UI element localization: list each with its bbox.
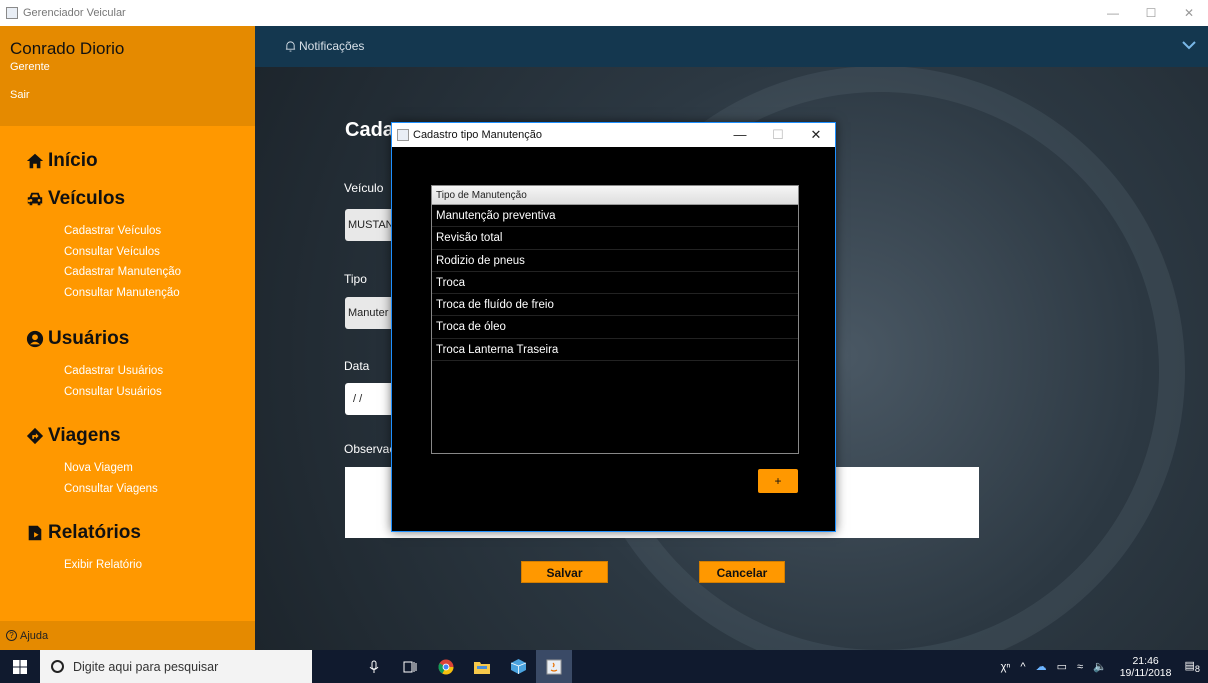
submenu-veiculos: Cadastrar Veículos Consultar Veículos Ca… xyxy=(64,221,255,303)
table-row[interactable]: Troca de fluído de freio xyxy=(432,294,798,317)
home-icon xyxy=(26,153,44,169)
user-role: Gerente xyxy=(10,61,50,73)
sidebar-item-label: Veículos xyxy=(48,188,126,209)
sidebar-item-label: Usuários xyxy=(48,328,130,349)
dialog-close-button[interactable]: ✕ xyxy=(797,127,835,143)
java-app-taskbar-icon[interactable] xyxy=(536,650,572,683)
user-panel: Conrado Diorio Gerente Sair xyxy=(0,26,255,126)
sidebar: Conrado Diorio Gerente Sair Início Veícu… xyxy=(0,26,255,650)
dialog-title-bar: Cadastro tipo Manutenção — ☐ ✕ xyxy=(392,123,835,147)
action-center-icon[interactable]: ▤8 xyxy=(1185,659,1201,674)
dialog-controls: — ☐ ✕ xyxy=(721,127,835,143)
sidebar-item-label: Relatórios xyxy=(48,522,141,543)
submenu-item-consultar-viagens[interactable]: Consultar Viagens xyxy=(64,479,158,500)
vehicle-label: Veículo xyxy=(344,181,384,195)
table-row[interactable]: Manutenção preventiva xyxy=(432,205,798,228)
submenu-item-consultar-manutencao[interactable]: Consultar Manutenção xyxy=(64,283,180,304)
java-app-icon xyxy=(6,7,18,19)
system-tray: χⁿ ^ ☁ ▭ ≈ 🔈 21:46 19/11/2018 ▤8 xyxy=(996,650,1208,683)
sidebar-item-relatorios[interactable]: Relatórios xyxy=(26,521,255,545)
type-label: Tipo xyxy=(344,272,367,286)
wifi-icon[interactable]: ≈ xyxy=(1077,661,1083,673)
start-button[interactable] xyxy=(0,650,40,683)
windows-taskbar: Digite aqui para pesquisar χⁿ ^ ☁ ▭ ≈ 🔈 … xyxy=(0,650,1208,683)
sidebar-item-veiculos[interactable]: Veículos xyxy=(26,187,255,211)
user-icon xyxy=(26,330,44,348)
chrome-icon[interactable] xyxy=(428,650,464,683)
bell-icon xyxy=(285,41,296,52)
maximize-button[interactable]: ☐ xyxy=(1132,0,1170,26)
save-button[interactable]: Salvar xyxy=(521,561,608,583)
help-link[interactable]: ? Ajuda xyxy=(0,621,255,650)
window-title-bar: Gerenciador Veicular — ☐ ✕ xyxy=(0,0,1208,26)
notification-count: 8 xyxy=(1194,664,1200,675)
notes-label: Observaç xyxy=(344,442,396,456)
sidebar-item-label: Início xyxy=(48,150,98,171)
submenu-viagens: Nova Viagem Consultar Viagens xyxy=(64,458,255,499)
close-button[interactable]: ✕ xyxy=(1170,0,1208,26)
table-row[interactable]: Troca Lanterna Traseira xyxy=(432,339,798,362)
virtualbox-icon[interactable] xyxy=(500,650,536,683)
page-title: Cada xyxy=(345,119,394,141)
taskbar-search[interactable]: Digite aqui para pesquisar xyxy=(40,650,312,683)
submenu-item-cadastrar-manutencao[interactable]: Cadastrar Manutenção xyxy=(64,262,181,283)
window-controls: — ☐ ✕ xyxy=(1094,0,1208,26)
submenu-relatorios: Exibir Relatório xyxy=(64,555,255,576)
dialog-title: Cadastro tipo Manutenção xyxy=(413,129,543,141)
table-row[interactable]: Revisão total xyxy=(432,227,798,250)
dialog-minimize-button[interactable]: — xyxy=(721,127,759,143)
java-app-icon xyxy=(397,129,409,141)
chevron-down-icon[interactable] xyxy=(1182,40,1196,50)
maintenance-type-table: Tipo de Manutenção Manutenção preventiva… xyxy=(431,185,799,454)
sidebar-menu: Início Veículos Cadastrar Veículos Consu… xyxy=(0,126,255,576)
sidebar-item-viagens[interactable]: Viagens xyxy=(26,424,255,448)
sidebar-item-label: Viagens xyxy=(48,425,121,446)
dialog-maximize-button: ☐ xyxy=(772,127,784,142)
people-icon[interactable]: χⁿ xyxy=(1001,661,1011,673)
direction-icon xyxy=(26,427,44,445)
notifications-label: Notificações xyxy=(299,39,365,53)
clock-time: 21:46 xyxy=(1132,654,1159,667)
logout-link[interactable]: Sair xyxy=(10,89,30,101)
add-type-button[interactable]: + xyxy=(758,469,798,493)
cancel-button[interactable]: Cancelar xyxy=(699,561,785,583)
task-view-icon[interactable] xyxy=(392,650,428,683)
file-explorer-icon[interactable] xyxy=(464,650,500,683)
car-icon xyxy=(27,192,43,206)
submenu-item-consultar-veiculos[interactable]: Consultar Veículos xyxy=(64,242,160,263)
top-bar: Notificações xyxy=(255,26,1208,67)
help-label: Ajuda xyxy=(20,629,49,642)
submenu-item-consultar-usuarios[interactable]: Consultar Usuários xyxy=(64,382,162,403)
notifications-button[interactable]: Notificações xyxy=(285,39,364,53)
maintenance-type-dialog: Cadastro tipo Manutenção — ☐ ✕ Tipo de M… xyxy=(391,122,836,532)
submenu-item-cadastrar-veiculos[interactable]: Cadastrar Veículos xyxy=(64,221,161,242)
clock-date: 19/11/2018 xyxy=(1119,666,1172,679)
windows-logo-icon xyxy=(13,659,27,674)
volume-icon[interactable]: 🔈 xyxy=(1093,660,1107,673)
submenu-item-exibir-relatorio[interactable]: Exibir Relatório xyxy=(64,555,142,576)
submenu-usuarios: Cadastrar Usuários Consultar Usuários xyxy=(64,361,255,402)
window-title: Gerenciador Veicular xyxy=(23,7,126,19)
user-name: Conrado Diorio xyxy=(10,39,125,58)
submenu-item-cadastrar-usuarios[interactable]: Cadastrar Usuários xyxy=(64,361,163,382)
submenu-item-nova-viagem[interactable]: Nova Viagem xyxy=(64,458,133,479)
report-icon xyxy=(28,525,42,541)
clock[interactable]: 21:46 19/11/2018 xyxy=(1120,655,1172,679)
help-icon: ? xyxy=(6,630,17,641)
table-row[interactable]: Troca de óleo xyxy=(432,316,798,339)
onedrive-icon[interactable]: ☁ xyxy=(1036,660,1047,673)
chevron-up-icon[interactable]: ^ xyxy=(1020,661,1025,673)
sidebar-item-inicio[interactable]: Início xyxy=(26,149,255,173)
microphone-icon[interactable] xyxy=(356,650,392,683)
table-row[interactable]: Troca xyxy=(432,272,798,295)
minimize-button[interactable]: — xyxy=(1094,0,1132,26)
date-label: Data xyxy=(344,359,370,373)
search-placeholder: Digite aqui para pesquisar xyxy=(73,659,219,674)
cortana-icon xyxy=(51,660,64,673)
table-header[interactable]: Tipo de Manutenção xyxy=(432,186,798,205)
sidebar-item-usuarios[interactable]: Usuários xyxy=(26,327,255,351)
battery-icon[interactable]: ▭ xyxy=(1057,660,1067,673)
table-row[interactable]: Rodizio de pneus xyxy=(432,250,798,272)
